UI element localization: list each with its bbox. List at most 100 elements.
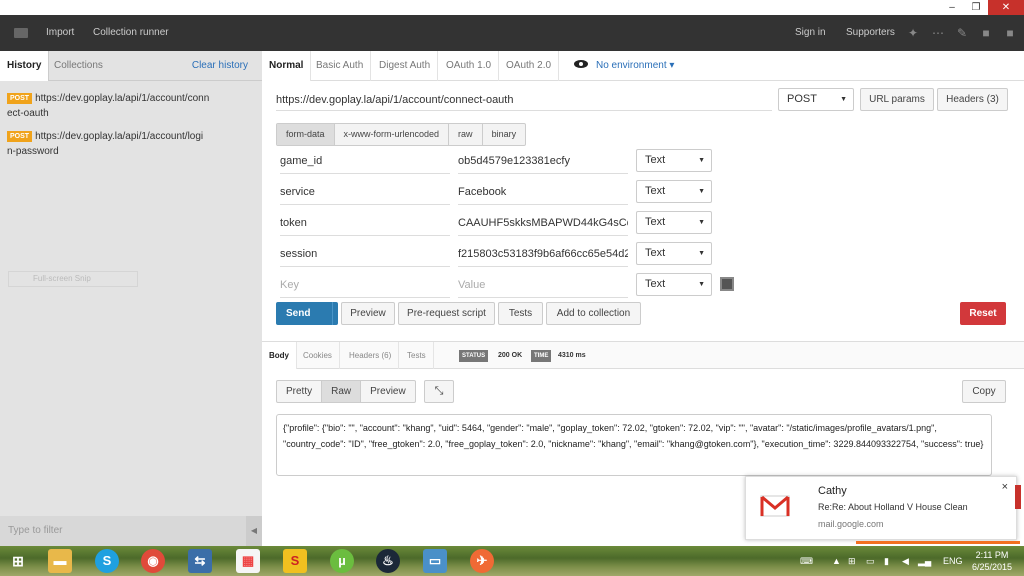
wifi-icon[interactable]: ▂▄: [918, 546, 931, 576]
close-window-button[interactable]: ✕: [988, 0, 1024, 15]
param-type-select[interactable]: Text ▼: [636, 273, 712, 296]
param-value[interactable]: Facebook: [458, 179, 628, 205]
method-value: POST: [787, 93, 817, 105]
history-url-cont: n-password: [7, 146, 59, 157]
tab-cookies[interactable]: Cookies: [296, 342, 340, 369]
param-type-select[interactable]: Text ▼: [636, 149, 712, 172]
url-input[interactable]: https://dev.goplay.la/api/1/account/conn…: [276, 89, 772, 111]
tests-button[interactable]: Tests: [498, 302, 543, 325]
clear-history-link[interactable]: Clear history: [192, 51, 248, 81]
tab-basic-auth[interactable]: Basic Auth: [309, 51, 372, 81]
windows-flag-icon[interactable]: ⊞: [848, 546, 856, 576]
screen-icon[interactable]: ▭: [866, 546, 875, 576]
photos-icon[interactable]: ▭: [423, 549, 447, 573]
param-type-select[interactable]: Text ▼: [636, 211, 712, 234]
steam-icon[interactable]: ♨: [376, 549, 400, 573]
tab-preview[interactable]: Preview: [361, 381, 415, 402]
history-item[interactable]: POST https://dev.goplay.la/api/1/account/…: [7, 91, 257, 121]
chevron-down-icon: ▼: [698, 250, 705, 257]
notification-toast[interactable]: Cathy Re:Re: About Holland V House Clean…: [745, 476, 1017, 540]
tab-digest-auth[interactable]: Digest Auth: [372, 51, 439, 81]
tab-oauth-2[interactable]: OAuth 2.0: [499, 51, 560, 81]
param-value[interactable]: f215803c53183f9b6af66cc65e54d2: [458, 241, 628, 267]
filter-input[interactable]: Type to filter: [0, 516, 246, 546]
tab-collections[interactable]: Collections: [47, 51, 110, 81]
volume-icon[interactable]: ◀: [902, 546, 909, 576]
language-indicator[interactable]: ENG: [943, 546, 963, 576]
param-value[interactable]: CAAUHF5skksMBAPWD44kG4sCd: [458, 210, 628, 236]
copy-button[interactable]: Copy: [962, 380, 1006, 403]
utorrent-icon[interactable]: µ: [330, 549, 354, 573]
notifications-icon[interactable]: ■: [1002, 25, 1018, 41]
param-key[interactable]: game_id: [280, 148, 450, 174]
reset-button[interactable]: Reset: [960, 302, 1006, 325]
new-key-input[interactable]: Key: [280, 272, 450, 298]
environment-label: No environment: [596, 60, 667, 71]
tab-oauth-1[interactable]: OAuth 1.0: [439, 51, 500, 81]
expand-icon[interactable]: ⤡: [424, 380, 454, 403]
method-select[interactable]: POST ▼: [778, 88, 854, 111]
import-button[interactable]: Import: [46, 15, 74, 51]
clock-date: 6/25/2015: [971, 562, 1013, 572]
response-body[interactable]: {"profile": {"bio": "", "account": "khan…: [276, 414, 992, 476]
pre-request-script-button[interactable]: Pre-request script: [398, 302, 495, 325]
network-app-icon[interactable]: ⇆: [188, 549, 212, 573]
add-to-collection-button[interactable]: Add to collection: [546, 302, 641, 325]
collapse-sidebar-icon[interactable]: ◀: [246, 516, 262, 546]
url-params-button[interactable]: URL params: [860, 88, 934, 111]
restore-button[interactable]: ❐: [964, 0, 988, 15]
headers-button[interactable]: Headers (3): [937, 88, 1008, 111]
param-value[interactable]: ob5d4579e123381ecfy: [458, 148, 628, 174]
tab-history[interactable]: History: [0, 51, 50, 81]
tray-expand-icon[interactable]: ▲: [832, 546, 841, 576]
clock[interactable]: 2:11 PM 6/25/2015: [970, 549, 1014, 573]
bulk-edit-icon[interactable]: [720, 277, 734, 291]
start-button-icon[interactable]: ⊞: [6, 549, 30, 573]
eye-icon[interactable]: [574, 60, 588, 68]
minimize-button[interactable]: –: [940, 0, 964, 15]
snip-overlay: Full-screen Snip: [8, 271, 138, 287]
param-key[interactable]: token: [280, 210, 450, 236]
tab-tests[interactable]: Tests: [400, 342, 434, 369]
postman-icon[interactable]: ✈: [470, 549, 494, 573]
chrome-icon[interactable]: ◉: [141, 549, 165, 573]
send-button[interactable]: Send ▼: [276, 302, 346, 325]
param-type-select[interactable]: Text ▼: [636, 180, 712, 203]
tab-urlencoded[interactable]: x-www-form-urlencoded: [335, 124, 450, 145]
interceptor-icon[interactable]: ✦: [905, 25, 921, 41]
supporters-link[interactable]: Supporters: [846, 15, 895, 51]
tab-pretty[interactable]: Pretty: [277, 381, 323, 402]
chevron-down-icon: ▼: [698, 157, 705, 164]
tab-headers[interactable]: Headers (6): [342, 342, 400, 369]
gmail-icon: [760, 495, 790, 517]
param-type-select[interactable]: Text ▼: [636, 242, 712, 265]
tab-normal[interactable]: Normal: [262, 51, 312, 81]
sublime-icon[interactable]: S: [283, 549, 307, 573]
keyboard-icon[interactable]: ⌨: [800, 546, 813, 576]
apps-grid-icon[interactable]: ▦: [236, 549, 260, 573]
param-key[interactable]: service: [280, 179, 450, 205]
preview-button[interactable]: Preview: [341, 302, 395, 325]
tab-binary[interactable]: binary: [483, 124, 526, 145]
history-item[interactable]: POST https://dev.goplay.la/api/1/account/…: [7, 129, 257, 159]
collection-runner-button[interactable]: Collection runner: [93, 15, 169, 51]
twitter-icon[interactable]: ■: [978, 25, 994, 41]
param-key[interactable]: session: [280, 241, 450, 267]
settings-wrench-icon[interactable]: ✎: [954, 25, 970, 41]
sidebar-toggle-icon[interactable]: [14, 28, 28, 38]
close-icon[interactable]: ×: [1002, 481, 1008, 493]
environment-selector[interactable]: No environment ▾: [574, 51, 674, 81]
param-row: service Facebook Text ▼: [276, 179, 716, 205]
file-explorer-icon[interactable]: ▬: [48, 549, 72, 573]
sign-in-link[interactable]: Sign in: [795, 15, 826, 51]
tab-raw-view[interactable]: Raw: [322, 381, 362, 402]
param-row: token CAAUHF5skksMBAPWD44kG4sCd Text ▼: [276, 210, 716, 236]
tab-body[interactable]: Body: [262, 342, 297, 369]
proxy-icon[interactable]: ⋯: [930, 25, 946, 41]
new-value-input[interactable]: Value: [458, 272, 628, 298]
battery-icon[interactable]: ▮: [884, 546, 889, 576]
skype-icon[interactable]: S: [95, 549, 119, 573]
tab-form-data[interactable]: form-data: [277, 124, 335, 145]
tab-raw[interactable]: raw: [449, 124, 483, 145]
window-titlebar: – ❐ ✕: [0, 0, 1024, 15]
